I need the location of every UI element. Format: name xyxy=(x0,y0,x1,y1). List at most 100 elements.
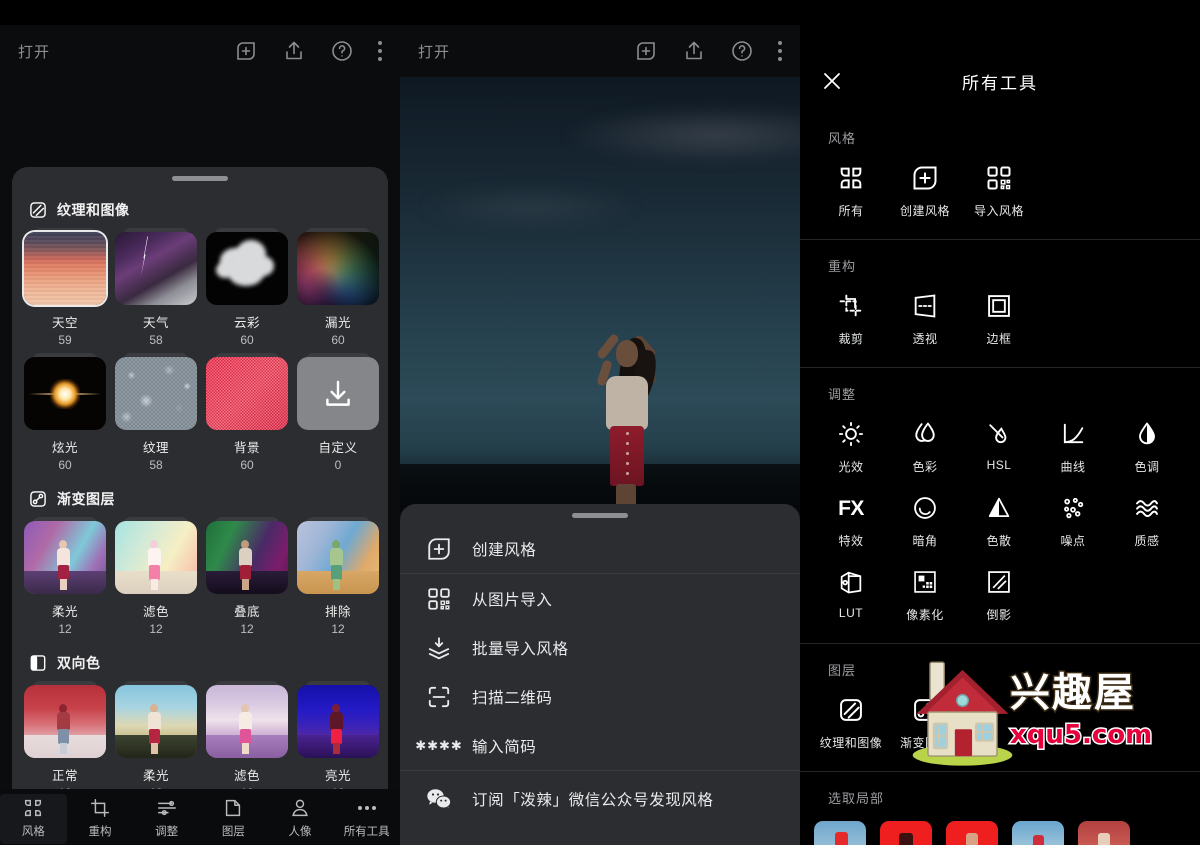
tool-border[interactable]: 边框 xyxy=(962,283,1036,357)
nav-item-layers[interactable]: 图层 xyxy=(200,794,267,844)
tool-pixelate[interactable]: 像素化 xyxy=(888,559,962,633)
tool-hsl[interactable]: HSL xyxy=(962,411,1036,485)
thumbnail-texture[interactable] xyxy=(115,357,197,430)
tool-all-styles[interactable]: 所有 xyxy=(814,155,888,229)
help-icon[interactable] xyxy=(330,39,354,63)
styles-icon xyxy=(22,797,44,819)
menu-item-enter-code[interactable]: ✱✱✱✱ 输入简码 xyxy=(400,721,800,770)
local-thumb-1[interactable] xyxy=(814,821,866,845)
tool-fx[interactable]: FX 特效 xyxy=(814,485,888,559)
vignette-icon xyxy=(910,493,940,523)
tool-vignette[interactable]: 暗角 xyxy=(888,485,962,559)
thumb-cell[interactable]: 柔光 12 xyxy=(24,517,106,636)
thumbnail-duo-vivid[interactable] xyxy=(297,685,379,758)
thumbnail-sky[interactable] xyxy=(24,232,106,305)
duotone-icon xyxy=(28,653,48,673)
open-label: 打开 xyxy=(418,43,451,61)
thumb-cell[interactable]: 滤色 12 xyxy=(115,517,197,636)
tool-perspective[interactable]: 透视 xyxy=(888,283,962,357)
local-thumb-2[interactable] xyxy=(880,821,932,845)
nav-item-styles[interactable]: 风格 xyxy=(0,794,67,844)
thumb-label: 柔光 xyxy=(142,769,169,783)
menu-item-batch-import[interactable]: 批量导入风格 xyxy=(400,623,800,672)
thumb-cell[interactable]: 炫光 60 xyxy=(24,353,106,472)
local-thumb-4[interactable] xyxy=(1012,821,1064,845)
tool-texture-image[interactable]: 纹理和图像 xyxy=(814,687,888,761)
local-thumb-3[interactable] xyxy=(946,821,998,845)
section-layers: 图层 纹理和图像 渐变图层 xyxy=(800,644,1200,772)
close-icon[interactable] xyxy=(816,65,848,97)
section-styles: 风格 所有 创建风格 导入风格 xyxy=(800,112,1200,240)
thumb-cell[interactable]: 纹理 58 xyxy=(115,353,197,472)
nav-item-all-tools[interactable]: 所有工具 xyxy=(333,794,400,844)
section-title: 纹理和图像 xyxy=(57,202,130,218)
thumbnail-light-leak[interactable] xyxy=(297,232,379,305)
menu-item-import-from-photo[interactable]: 从图片导入 xyxy=(400,574,800,623)
tool-light[interactable]: 光效 xyxy=(814,411,888,485)
tool-gradient-layer[interactable]: 渐变图层 xyxy=(888,687,962,761)
tool-color[interactable]: 色彩 xyxy=(888,411,962,485)
thumbnail-duo-soft[interactable] xyxy=(115,685,197,758)
tool-crop[interactable]: 裁剪 xyxy=(814,283,888,357)
add-layer-icon[interactable] xyxy=(234,39,258,63)
thumbnail-grad-soft[interactable] xyxy=(24,521,106,594)
share-icon[interactable] xyxy=(282,39,306,63)
thumbnail-grad-screen[interactable] xyxy=(115,521,197,594)
tool-dispersion[interactable]: 色散 xyxy=(962,485,1036,559)
thumb-cell[interactable]: 漏光 60 xyxy=(297,228,379,347)
tool-label: 色调 xyxy=(1134,460,1160,474)
menu-item-wechat-subscribe[interactable]: 订阅「泼辣」微信公众号发现风格 xyxy=(400,771,800,827)
tool-label: 透视 xyxy=(912,332,938,346)
tool-tone[interactable]: 色调 xyxy=(1110,411,1184,485)
thumb-cell[interactable]: 天气 58 xyxy=(115,228,197,347)
menu-item-create-style[interactable]: 创建风格 xyxy=(400,524,800,573)
thumbnail-flare[interactable] xyxy=(24,357,106,430)
mid-sheet-handle-wrap[interactable] xyxy=(400,504,800,524)
tool-curves[interactable]: 曲线 xyxy=(1036,411,1110,485)
photo-preview[interactable] xyxy=(400,77,800,512)
thumb-cell[interactable]: 云彩 60 xyxy=(206,228,288,347)
nav-item-adjust[interactable]: 调整 xyxy=(133,794,200,844)
left-sheet-handle-wrap[interactable] xyxy=(12,167,388,187)
tool-label: 渐变图层 xyxy=(899,736,950,750)
thumbnail-grad-multiply[interactable] xyxy=(206,521,288,594)
nav-item-portrait[interactable]: 人像 xyxy=(267,794,334,844)
thumbnail-duo-screen[interactable] xyxy=(206,685,288,758)
tool-import-style[interactable]: 导入风格 xyxy=(962,155,1036,229)
thumb-cell[interactable]: 排除 12 xyxy=(297,517,379,636)
share-icon[interactable] xyxy=(682,39,706,63)
add-layer-icon[interactable] xyxy=(634,39,658,63)
thumb-cell[interactable]: 叠底 12 xyxy=(206,517,288,636)
more-vertical-icon[interactable] xyxy=(378,41,382,61)
sheet-drag-handle[interactable] xyxy=(172,176,228,181)
local-thumb-row xyxy=(800,815,1200,845)
tool-create-style[interactable]: 创建风格 xyxy=(888,155,962,229)
thumb-cell[interactable]: 滤色 12 xyxy=(206,681,288,800)
thumbnail-grad-exclude[interactable] xyxy=(297,521,379,594)
crop-icon xyxy=(836,291,866,321)
thumb-cell[interactable]: 亮光 12 xyxy=(297,681,379,800)
local-thumb-5[interactable] xyxy=(1078,821,1130,845)
sheet-drag-handle[interactable] xyxy=(572,513,628,518)
help-icon[interactable] xyxy=(730,39,754,63)
more-vertical-icon[interactable] xyxy=(778,41,782,61)
thumbnail-cloud[interactable] xyxy=(206,232,288,305)
open-label: 打开 xyxy=(18,43,51,61)
tool-lut[interactable]: LUT xyxy=(814,559,888,633)
thumb-cell[interactable]: 天空 59 xyxy=(24,228,106,347)
thumb-cell[interactable]: 背景 60 xyxy=(206,353,288,472)
left-panel: 打开 纹理和图像 天空 59 天气 58 云彩 60 漏光 60 炫光 60 纹… xyxy=(0,0,400,845)
tool-grain[interactable]: 噪点 xyxy=(1036,485,1110,559)
tool-label: 倒影 xyxy=(986,608,1012,622)
nav-item-reconstruct[interactable]: 重构 xyxy=(67,794,134,844)
thumbnail-custom[interactable] xyxy=(297,357,379,430)
thumbnail-duo-normal[interactable] xyxy=(24,685,106,758)
tool-reflection[interactable]: 倒影 xyxy=(962,559,1036,633)
thumbnail-weather[interactable] xyxy=(115,232,197,305)
thumb-cell[interactable]: 柔光 12 xyxy=(115,681,197,800)
tool-texture-quality[interactable]: 质感 xyxy=(1110,485,1184,559)
thumbnail-background[interactable] xyxy=(206,357,288,430)
menu-item-scan-qr[interactable]: 扫描二维码 xyxy=(400,672,800,721)
thumb-cell[interactable]: 正常 12 xyxy=(24,681,106,800)
thumb-cell[interactable]: 自定义 0 xyxy=(297,353,379,472)
